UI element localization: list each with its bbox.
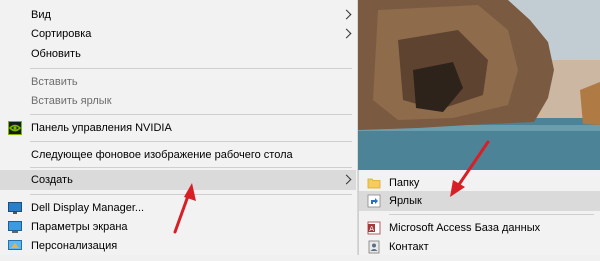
menu-item-paste[interactable]: Вставить <box>0 72 356 92</box>
personalization-icon <box>8 239 22 253</box>
submenu-item-folder[interactable]: Папку <box>359 173 600 193</box>
menu-item-create[interactable]: Создать <box>0 170 356 190</box>
menu-item-dell-display-manager[interactable]: Dell Display Manager... <box>0 198 356 218</box>
menu-item-next-wallpaper[interactable]: Следующее фоновое изображение рабочего с… <box>0 145 356 165</box>
menu-item-nvidia-control-panel[interactable]: Панель управления NVIDIA <box>0 118 356 138</box>
submenu-item-shortcut[interactable]: Ярлык <box>359 191 600 211</box>
menu-item-personalization[interactable]: Персонализация <box>0 236 356 256</box>
menu-item-label: Панель управления NVIDIA <box>31 122 172 134</box>
access-icon: A <box>367 221 381 235</box>
dell-display-icon <box>8 201 22 215</box>
shortcut-icon <box>367 194 381 208</box>
menu-item-label: Dell Display Manager... <box>31 202 145 214</box>
menu-item-label: Вставить ярлык <box>31 95 112 107</box>
menu-item-label: Вид <box>31 9 51 21</box>
menu-separator <box>30 114 352 115</box>
menu-item-label: Параметры экрана <box>31 221 128 233</box>
menu-item-label: Сортировка <box>31 28 92 40</box>
menu-separator <box>30 68 352 69</box>
menu-item-label: Обновить <box>31 48 81 60</box>
menu-item-label: Вставить <box>31 76 78 88</box>
menu-separator <box>30 194 352 195</box>
chevron-right-icon <box>341 28 352 39</box>
submenu-item-label: Ярлык <box>389 195 422 207</box>
display-settings-icon <box>8 220 22 234</box>
create-submenu: Папку Ярлык A Microsoft Access База данн… <box>358 170 600 255</box>
chevron-right-icon <box>341 174 352 185</box>
menu-item-paste-shortcut[interactable]: Вставить ярлык <box>0 91 356 111</box>
submenu-item-label: Microsoft Access База данных <box>389 222 541 234</box>
menu-item-label: Следующее фоновое изображение рабочего с… <box>31 149 293 161</box>
menu-separator <box>30 141 352 142</box>
nvidia-icon <box>8 121 22 135</box>
submenu-item-contact[interactable]: Контакт <box>359 237 600 257</box>
menu-item-view[interactable]: Вид <box>0 5 356 25</box>
submenu-item-label: Контакт <box>389 241 429 253</box>
svg-text:A: A <box>369 225 374 233</box>
menu-item-label: Персонализация <box>31 240 118 252</box>
menu-item-display-settings[interactable]: Параметры экрана <box>0 217 356 237</box>
desktop-context-menu: Вид Сортировка Обновить Вставить Вставит… <box>0 0 358 255</box>
menu-item-refresh[interactable]: Обновить <box>0 44 356 64</box>
menu-item-label: Создать <box>31 174 73 186</box>
submenu-separator <box>389 214 594 215</box>
menu-separator <box>30 167 352 168</box>
folder-icon <box>367 176 381 190</box>
menu-item-sort[interactable]: Сортировка <box>0 24 356 44</box>
submenu-item-label: Папку <box>389 177 420 189</box>
contact-icon <box>367 240 381 254</box>
chevron-right-icon <box>341 9 352 20</box>
submenu-item-access-database[interactable]: A Microsoft Access База данных <box>359 218 600 238</box>
